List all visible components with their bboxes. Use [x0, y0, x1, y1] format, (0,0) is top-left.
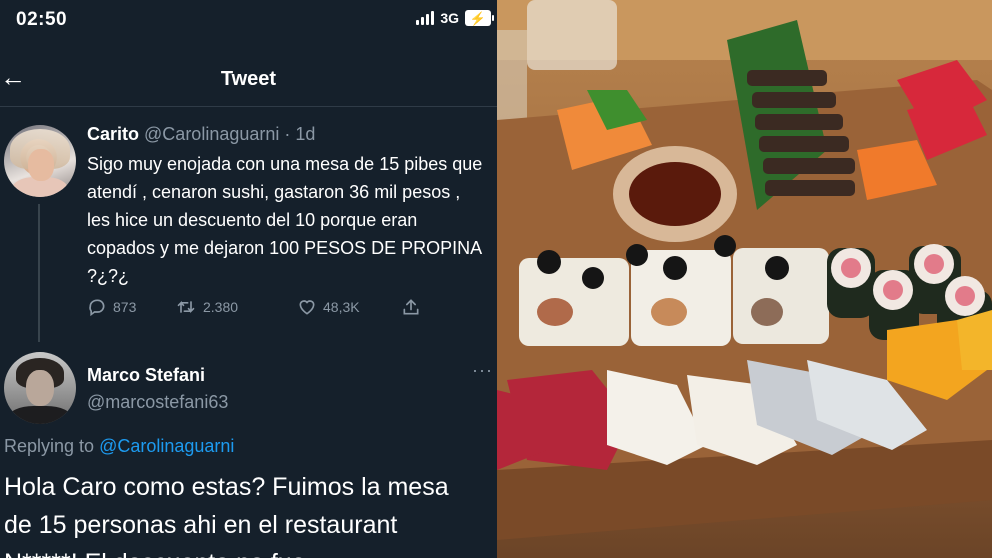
battery-charging-icon: ⚡	[465, 10, 494, 26]
avatar-carito[interactable]	[4, 125, 76, 197]
tweet1-author-name[interactable]: Carito	[87, 124, 139, 144]
status-bar: 02:50 3G ⚡	[0, 0, 497, 44]
twitter-phone-screenshot: 02:50 3G ⚡ ← Tweet Carito @Carolinaguarn…	[0, 0, 497, 558]
heart-icon	[299, 300, 315, 315]
reply-icon	[89, 299, 105, 317]
thread-connector	[38, 204, 40, 342]
tweet1-actions: 873 2.380 48,3K	[87, 294, 447, 320]
reply-button[interactable]: 873	[87, 297, 175, 317]
tweet2-text: Hola Caro como estas? Fuimos la mesa de …	[4, 473, 449, 558]
more-options-icon[interactable]: ···	[472, 360, 493, 381]
replying-to-link[interactable]: @Carolinaguarni	[99, 436, 234, 456]
share-icon	[403, 299, 419, 315]
tweet1-text: Sigo muy enojada con una mesa de 15 pibe…	[87, 154, 483, 286]
signal-icon	[416, 11, 435, 25]
retweet-button[interactable]: 2.380	[175, 297, 297, 317]
page-title: Tweet	[220, 68, 277, 90]
header-divider	[0, 106, 497, 107]
share-button[interactable]	[401, 297, 421, 317]
tweet1-author-handle[interactable]: @Carolinaguarni	[144, 124, 279, 144]
top-navigation: ← Tweet	[0, 58, 497, 102]
tweet1-header: Carito @Carolinaguarni · 1d	[87, 124, 315, 145]
avatar-marco-stefani[interactable]	[4, 352, 76, 424]
tweet1-age: · 1d	[284, 124, 316, 144]
tweet2-author-handle[interactable]: @marcostefani63	[87, 392, 228, 413]
like-count: 48,3K	[323, 299, 360, 315]
sushi-photo	[497, 0, 992, 558]
network-type: 3G	[440, 10, 459, 26]
retweet-icon	[177, 300, 195, 314]
retweet-count: 2.380	[203, 299, 239, 315]
reply-count: 873	[113, 299, 137, 315]
tweet2-author-name[interactable]: Marco Stefani	[87, 365, 205, 386]
status-indicators: 3G ⚡	[416, 10, 494, 26]
status-time: 02:50	[16, 9, 68, 30]
sushi-platter-illustration	[497, 0, 992, 540]
replying-to: Replying to @Carolinaguarni	[4, 436, 234, 457]
like-button[interactable]: 48,3K	[297, 297, 401, 317]
replying-to-label: Replying to	[4, 436, 95, 456]
